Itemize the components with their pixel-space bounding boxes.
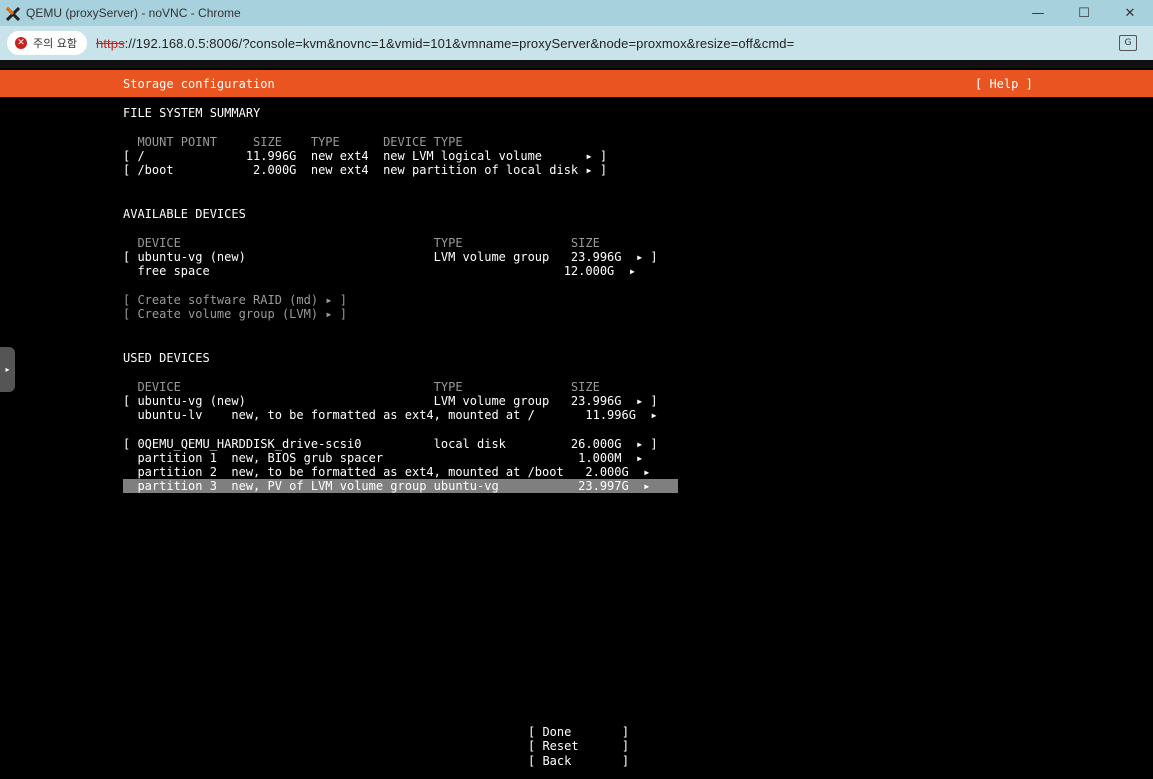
fs-summary-title: FILE SYSTEM SUMMARY bbox=[123, 106, 261, 120]
help-button[interactable]: [ Help ] bbox=[975, 77, 1033, 91]
available-row-free-space[interactable]: free space 12.000G ▸ bbox=[123, 264, 636, 278]
available-devices-title: AVAILABLE DEVICES bbox=[123, 207, 246, 221]
reset-button[interactable]: [ Reset ] bbox=[528, 739, 629, 753]
security-warning-chip[interactable]: ✕ 주의 요함 bbox=[7, 31, 87, 55]
page-title: Storage configuration bbox=[123, 77, 275, 91]
security-warning-label: 주의 요함 bbox=[33, 37, 77, 50]
fs-row-root[interactable]: [ / 11.996G new ext4 new LVM logical vol… bbox=[123, 149, 607, 163]
used-row-partition-2[interactable]: partition 2 new, to be formatted as ext4… bbox=[123, 465, 650, 479]
create-vg-button[interactable]: [ Create volume group (LVM) ▸ ] bbox=[123, 307, 347, 321]
url-text[interactable]: https://192.168.0.5:8006/?console=kvm&no… bbox=[96, 36, 794, 51]
used-row-partition-1[interactable]: partition 1 new, BIOS grub spacer 1.000M… bbox=[123, 451, 643, 465]
minimize-button[interactable]: — bbox=[1015, 0, 1061, 26]
available-row-ubuntu-vg[interactable]: [ ubuntu-vg (new) LVM volume group 23.99… bbox=[123, 250, 658, 264]
close-button[interactable]: ✕ bbox=[1107, 0, 1153, 26]
novnc-sidebar-handle[interactable]: ▸ bbox=[0, 347, 15, 392]
vnc-console[interactable]: Storage configuration [ Help ] FILE SYST… bbox=[0, 68, 1153, 779]
url-path: ://192.168.0.5:8006/?console=kvm&novnc=1… bbox=[124, 35, 795, 51]
available-columns: DEVICE TYPE SIZE bbox=[123, 236, 600, 250]
window-titlebar: QEMU (proxyServer) - noVNC - Chrome — ☐ … bbox=[0, 0, 1153, 26]
warning-icon: ✕ bbox=[15, 37, 27, 49]
fs-summary-columns: MOUNT POINT SIZE TYPE DEVICE TYPE bbox=[123, 135, 463, 149]
used-row-harddisk[interactable]: [ 0QEMU_QEMU_HARDDISK_drive-scsi0 local … bbox=[123, 437, 658, 451]
create-raid-button[interactable]: [ Create software RAID (md) ▸ ] bbox=[123, 293, 347, 307]
window-title: QEMU (proxyServer) - noVNC - Chrome bbox=[26, 6, 241, 20]
used-row-ubuntu-lv[interactable]: ubuntu-lv new, to be formatted as ext4, … bbox=[123, 408, 657, 422]
proxmox-logo-icon bbox=[5, 6, 21, 22]
back-button[interactable]: [ Back ] bbox=[528, 754, 629, 768]
installer-header: Storage configuration [ Help ] bbox=[0, 70, 1153, 97]
translate-icon[interactable]: G bbox=[1119, 35, 1137, 51]
maximize-button[interactable]: ☐ bbox=[1061, 0, 1107, 26]
used-row-ubuntu-vg[interactable]: [ ubuntu-vg (new) LVM volume group 23.99… bbox=[123, 394, 658, 408]
done-button[interactable]: [ Done ] bbox=[528, 725, 629, 739]
fs-row-boot[interactable]: [ /boot 2.000G new ext4 new partition of… bbox=[123, 163, 607, 177]
address-bar[interactable]: ✕ 주의 요함 https://192.168.0.5:8006/?consol… bbox=[0, 26, 1153, 60]
used-row-partition-3-selected[interactable]: partition 3 new, PV of LVM volume group … bbox=[123, 479, 678, 493]
url-protocol: https bbox=[95, 35, 125, 51]
used-columns: DEVICE TYPE SIZE bbox=[123, 380, 600, 394]
used-devices-title: USED DEVICES bbox=[123, 351, 210, 365]
vnc-top-strip bbox=[0, 60, 1153, 68]
